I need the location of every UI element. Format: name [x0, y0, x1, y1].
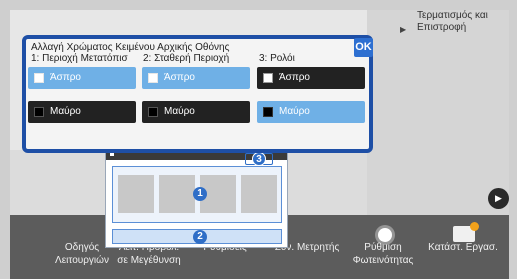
column-label-clock: 3: Ρολόι: [259, 53, 295, 64]
area-2-badge: 2: [193, 230, 207, 244]
dock-item-brightness[interactable]: Ρύθμιση Φωτεινότητας: [347, 241, 419, 267]
option-label: Μαύρο: [50, 106, 81, 117]
white-swatch-icon: [263, 73, 273, 83]
black-swatch-icon: [263, 107, 273, 117]
preview-card: [118, 175, 154, 213]
black-swatch-icon: [34, 107, 44, 117]
option-label: Άσπρο: [50, 72, 81, 83]
dialog-title: Αλλαγή Χρώματος Κειμένου Αρχικής Οθόνης: [31, 42, 230, 53]
fixed-area-white-option[interactable]: Άσπρο: [142, 67, 250, 89]
finish-and-return-button[interactable]: Τερματισμός και Επιστροφή: [417, 10, 509, 34]
clock-white-option[interactable]: Άσπρο: [257, 67, 365, 89]
scroll-area-preview: 1: [112, 166, 282, 223]
white-swatch-icon: [148, 73, 158, 83]
finish-arrow-icon: ▶: [400, 25, 407, 34]
scroll-area-black-option[interactable]: Μαύρο: [28, 101, 136, 123]
preview-card: [241, 175, 277, 213]
option-label: Μαύρο: [164, 106, 195, 117]
black-swatch-icon: [148, 107, 158, 117]
fixed-area-black-option[interactable]: Μαύρο: [142, 101, 250, 123]
area-3-badge: 3: [252, 152, 266, 166]
next-page-button[interactable]: ▶: [488, 188, 509, 209]
scroll-area-white-option[interactable]: Άσπρο: [28, 67, 136, 89]
ok-button[interactable]: OK: [354, 38, 373, 57]
white-swatch-icon: [34, 73, 44, 83]
clock-black-option[interactable]: Μαύρο: [257, 101, 365, 123]
play-icon: ▶: [495, 193, 502, 203]
fixed-area-preview: 2: [112, 229, 282, 244]
preview-card: [159, 175, 195, 213]
right-panel: [367, 10, 509, 215]
text-color-dialog: Αλλαγή Χρώματος Κειμένου Αρχικής Οθόνης …: [22, 35, 373, 153]
device-frame: ▶ Τερματισμός και Επιστροφή ▶ Οδηγός Λει…: [0, 0, 517, 279]
job-status-icon: [453, 222, 479, 242]
dock-item-job-status[interactable]: Κατάστ. Εργασ.: [418, 241, 508, 254]
option-label: Μαύρο: [279, 106, 310, 117]
area-1-badge: 1: [193, 187, 207, 201]
brightness-icon: [378, 228, 392, 242]
home-screen: ▶ Τερματισμός και Επιστροφή ▶ Οδηγός Λει…: [10, 10, 509, 279]
column-label-scroll-area: 1: Περιοχή Μετατόπισ: [31, 53, 128, 64]
area-preview-illustration: 3 1 2: [105, 148, 288, 248]
column-label-fixed-area: 2: Σταθερή Περιοχή: [143, 53, 230, 64]
option-label: Άσπρο: [164, 72, 195, 83]
option-label: Άσπρο: [279, 72, 310, 83]
